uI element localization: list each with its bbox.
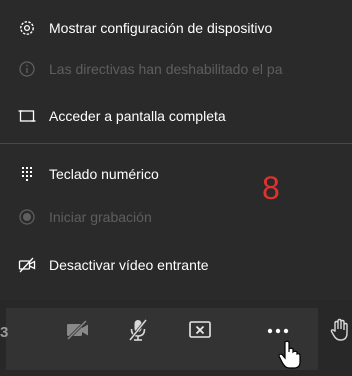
menu-item-label: Mostrar configuración de dispositivo (49, 20, 273, 36)
mouse-pointer-icon (278, 340, 302, 375)
toolbar-edge-text: 3 (0, 324, 9, 341)
more-dots-icon (266, 323, 290, 341)
menu-item-fullscreen[interactable]: Acceder a pantalla completa (0, 96, 352, 136)
stop-share-icon (188, 319, 212, 346)
hand-icon (329, 318, 351, 347)
menu-item-disable-incoming-video[interactable]: Desactivar vídeo entrante (0, 245, 352, 285)
menu-item-policy-disabled: Las directivas han deshabilitado el pa (0, 49, 352, 89)
step-annotation: 8 (262, 170, 280, 206)
mic-off-button[interactable] (124, 318, 152, 346)
menu-item-label: Iniciar grabación (49, 209, 152, 225)
mic-off-icon (126, 318, 150, 347)
menu-item-start-recording: Iniciar grabación (0, 197, 352, 237)
camera-off-icon (65, 319, 91, 346)
gear-icon (18, 19, 36, 37)
record-icon (18, 208, 36, 226)
more-actions-menu: Mostrar configuración de dispositivo Las… (0, 0, 352, 292)
video-off-icon (18, 256, 36, 274)
menu-item-label: Teclado numérico (49, 166, 159, 182)
menu-divider (0, 143, 352, 144)
menu-item-device-settings[interactable]: Mostrar configuración de dispositivo (0, 8, 352, 48)
teams-call-screen: Mostrar configuración de dispositivo Las… (0, 0, 352, 376)
call-toolbar: 3 (0, 300, 352, 376)
raise-hand-button[interactable] (326, 318, 352, 346)
fullscreen-icon (18, 107, 36, 125)
menu-item-label: Las directivas han deshabilitado el pa (49, 61, 283, 77)
menu-item-label: Acceder a pantalla completa (49, 108, 226, 124)
camera-off-button[interactable] (64, 318, 92, 346)
info-icon (18, 60, 36, 78)
stop-sharing-button[interactable] (186, 318, 214, 346)
menu-item-dialpad[interactable]: Teclado numérico (0, 154, 352, 194)
menu-item-label: Desactivar vídeo entrante (49, 257, 209, 273)
dialpad-icon (18, 165, 36, 183)
